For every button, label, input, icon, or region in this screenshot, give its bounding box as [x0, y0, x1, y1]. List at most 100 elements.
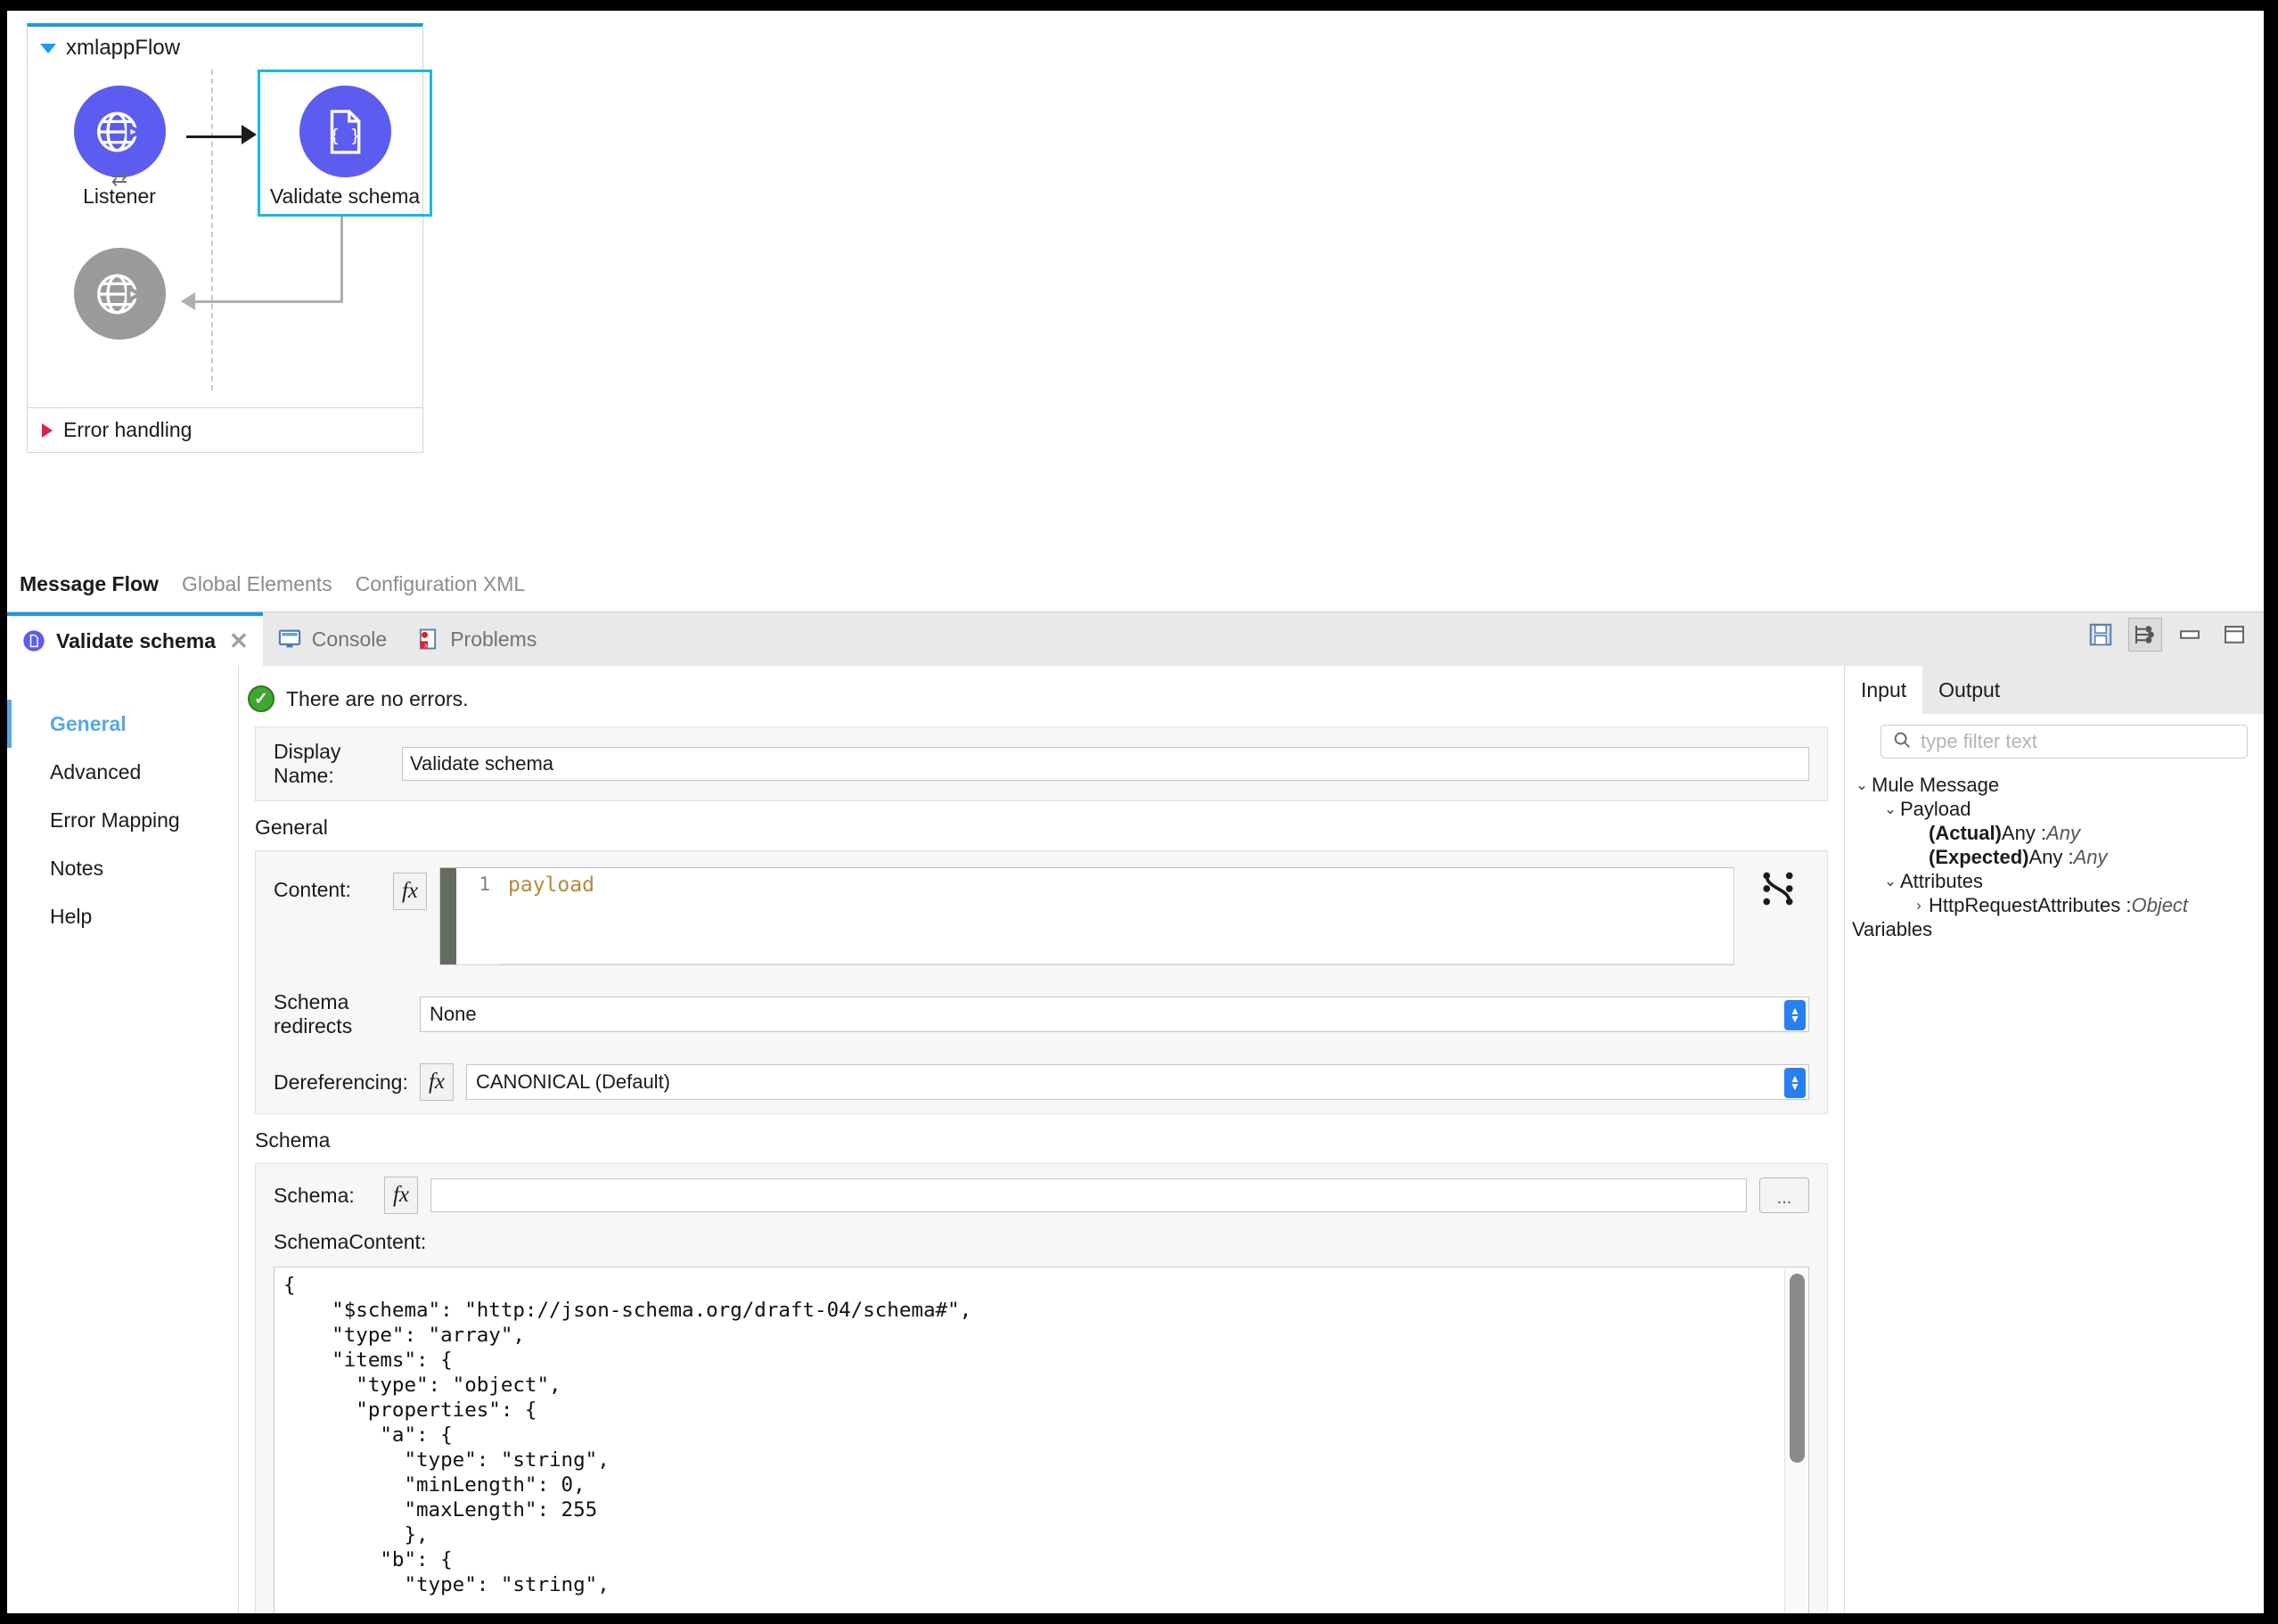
dereferencing-fx-button[interactable]: fx [420, 1063, 454, 1101]
dereferencing-value: CANONICAL (Default) [476, 1070, 671, 1093]
schema-scrollbar-thumb[interactable] [1790, 1274, 1805, 1463]
general-section-label: General [255, 816, 328, 839]
tab-problems[interactable]: x Problems [401, 612, 551, 666]
link-with-editor-button[interactable] [2128, 618, 2162, 652]
mule-component-icon [21, 628, 46, 653]
flow-return-vertical [340, 217, 343, 303]
properties-form: ✓ There are no errors. Display Name: Gen… [239, 666, 1845, 1613]
display-name-label: Display Name: [274, 740, 341, 787]
metadata-tree[interactable]: ⌄ Mule Message ⌄ Payload (Actual) Any : … [1845, 759, 2264, 941]
flow-node-validate-schema[interactable]: { } Validate schema [258, 86, 432, 209]
chevron-down-icon[interactable]: ⌄ [1852, 776, 1872, 794]
chevron-down-icon[interactable]: ⌄ [1881, 800, 1900, 818]
schema-browse-button[interactable]: ... [1759, 1177, 1809, 1213]
side-tab-bar[interactable]: Input Output [1845, 666, 2264, 714]
schema-content-text[interactable]: { "$schema": "http://json-schema.org/dra… [275, 1267, 1808, 1597]
tree-item-variables[interactable]: Variables [1845, 917, 2264, 941]
display-name-input[interactable] [402, 747, 1809, 781]
expand-triangle-icon[interactable] [42, 422, 53, 438]
status-message: There are no errors. [286, 686, 469, 710]
nav-item-general[interactable]: General [7, 700, 238, 748]
schema-row: Schema: fx ... [256, 1164, 1827, 1226]
schema-redirects-row: Schema redirects None ▲ ▼ [256, 978, 1827, 1051]
error-handling-section[interactable]: Error handling [28, 407, 422, 452]
chevron-right-icon[interactable]: › [1909, 897, 1929, 915]
flow-lane-divider [211, 70, 213, 390]
flow-connector-arrow [186, 135, 247, 138]
flow-name: xmlappFlow [66, 36, 181, 60]
chevron-updown-icon[interactable]: ▲ ▼ [1784, 1068, 1806, 1098]
tab-validate-schema[interactable]: Validate schema ✕ [7, 612, 263, 666]
tree-item-label: Variables [1852, 917, 1933, 940]
flow-body: ⇄ Listener { } Validate schema [28, 70, 432, 408]
schema-scrollbar-track[interactable] [1784, 1268, 1807, 1613]
filter-input-wrapper[interactable]: type filter text [1881, 725, 2248, 759]
maximize-button[interactable] [2217, 618, 2251, 652]
content-fx-button[interactable]: fx [393, 873, 427, 910]
properties-nav[interactable]: General Advanced Error Mapping Notes Hel… [7, 666, 239, 1613]
collapse-triangle-icon[interactable] [40, 43, 56, 53]
tree-item-label: Any : [2001, 821, 2047, 844]
chevron-down-icon[interactable]: ⌄ [1881, 873, 1900, 890]
nav-item-error-mapping[interactable]: Error Mapping [7, 796, 238, 844]
display-name-row: Display Name: [256, 727, 1827, 800]
tree-item-http-request-attributes[interactable]: › HttpRequestAttributes : Object [1845, 893, 2264, 917]
tree-item-label: Mule Message [1872, 773, 2000, 796]
editor-view-tabs[interactable]: Message Flow Global Elements Configurati… [7, 556, 2264, 611]
nav-item-notes[interactable]: Notes [7, 844, 238, 892]
tree-item-label: Payload [1900, 797, 1971, 820]
filter-row: type filter text [1845, 714, 2264, 759]
tree-item-attributes[interactable]: ⌄ Attributes [1845, 869, 2264, 893]
content-code-editor[interactable]: 1 payload [439, 867, 1734, 965]
close-icon[interactable]: ✕ [229, 627, 249, 655]
flow-node-listener-response[interactable] [53, 248, 186, 340]
tab-label: Problems [450, 627, 537, 651]
tab-global-elements[interactable]: Global Elements [182, 572, 332, 596]
tab-message-flow[interactable]: Message Flow [20, 572, 159, 596]
minimize-button[interactable] [2173, 618, 2207, 652]
flow-node-label: Validate schema [269, 185, 421, 208]
schema-fx-button[interactable]: fx [384, 1177, 418, 1214]
properties-tab-bar[interactable]: Validate schema ✕ Console x Problems [7, 612, 2264, 666]
dataweave-graph-icon[interactable] [1747, 867, 1809, 906]
code-content[interactable]: payload [499, 868, 1733, 964]
dereferencing-select[interactable]: CANONICAL (Default) ▲ ▼ [466, 1064, 1809, 1100]
dereferencing-label: Dereferencing: [274, 1070, 408, 1094]
flow-header[interactable]: xmlappFlow [28, 27, 422, 70]
dereferencing-row: Dereferencing: fx CANONICAL (Default) ▲ ▼ [256, 1051, 1827, 1113]
schema-section-label: Schema [255, 1128, 331, 1152]
panel-toolbar[interactable] [2084, 618, 2251, 652]
save-button[interactable] [2084, 618, 2118, 652]
flow-canvas[interactable]: xmlappFlow ⇄ Listener {} Validate schem… [7, 11, 2264, 556]
tab-input[interactable]: Input [1845, 666, 1923, 714]
tab-label: Validate schema [56, 628, 216, 652]
tree-item-payload-expected[interactable]: (Expected) Any : Any [1845, 845, 2264, 869]
schema-redirects-select[interactable]: None ▲ ▼ [420, 997, 1809, 1032]
tab-configuration-xml[interactable]: Configuration XML [356, 572, 526, 596]
tree-item-label: Any : [2028, 845, 2074, 868]
nav-item-help[interactable]: Help [7, 892, 238, 940]
schema-content-editor[interactable]: { "$schema": "http://json-schema.org/dra… [274, 1267, 1809, 1613]
nav-item-advanced[interactable]: Advanced [7, 748, 238, 796]
tab-console[interactable]: Console [263, 612, 401, 666]
tree-item-payload[interactable]: ⌄ Payload [1845, 797, 2264, 821]
tree-item-label: Attributes [1900, 869, 1983, 892]
tree-item-payload-actual[interactable]: (Actual) Any : Any [1845, 821, 2264, 845]
tree-item-mule-message[interactable]: ⌄ Mule Message [1845, 773, 2264, 797]
error-handling-label: Error handling [63, 418, 193, 441]
content-row: Content: fx 1 payload [256, 851, 1827, 978]
globe-arrow-icon [73, 248, 166, 340]
schema-redirects-label: Schema redirects [274, 990, 353, 1038]
flow-node-listener[interactable]: ⇄ Listener [53, 86, 186, 209]
schema-redirects-value: None [430, 1003, 477, 1025]
tree-item-type: Any [2046, 821, 2080, 844]
schema-input[interactable] [430, 1178, 1747, 1212]
display-name-group: Display Name: [255, 726, 1828, 801]
flow-container[interactable]: xmlappFlow ⇄ Listener {} Validate schem… [27, 23, 432, 453]
filter-placeholder[interactable]: type filter text [1921, 730, 2037, 753]
tab-output[interactable]: Output [1922, 666, 2016, 714]
flow-connector-arrowhead [242, 125, 257, 144]
chevron-updown-icon[interactable]: ▲ ▼ [1784, 1000, 1806, 1030]
schema-label: Schema: [274, 1183, 355, 1207]
console-icon [277, 627, 302, 652]
